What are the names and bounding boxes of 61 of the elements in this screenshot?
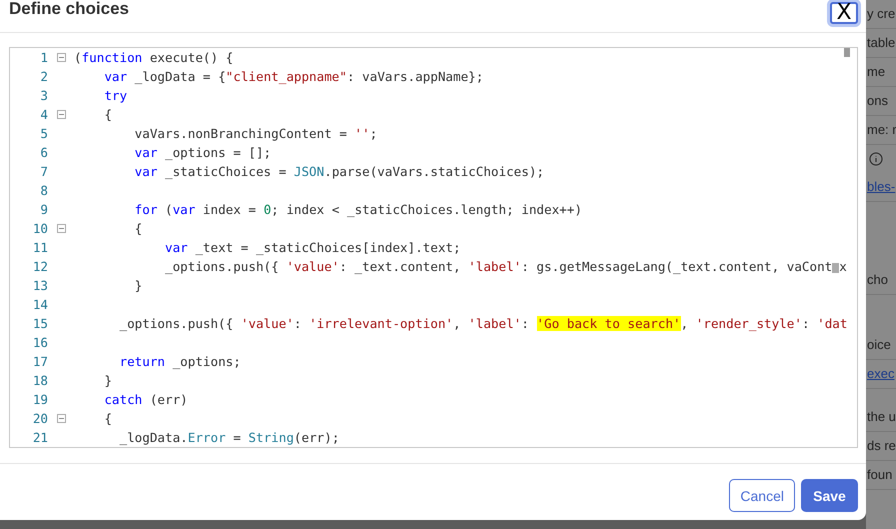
- page-text: y cre: [866, 0, 896, 29]
- line-number: 3: [39, 88, 48, 103]
- page-text: ons: [866, 87, 896, 116]
- code-line: var _staticChoices = JSON.parse(vaVars.staticChoices);: [134, 164, 544, 179]
- code-line: try: [103, 88, 128, 103]
- code-line: vaVars.nonBranchingContent = '';: [134, 126, 378, 141]
- page-link[interactable]: exec: [866, 360, 896, 389]
- line-number: 13: [32, 278, 48, 293]
- code-line: (function execute() {: [74, 50, 234, 65]
- fold-toggle-icon[interactable]: [56, 224, 66, 233]
- line-number: 5: [39, 126, 48, 141]
- line-number: 6: [39, 145, 48, 160]
- line-number: 10: [32, 221, 48, 236]
- line-number: 12: [32, 259, 48, 274]
- line-number: 2: [39, 69, 48, 84]
- page-text: me: [866, 58, 896, 87]
- line-number: 11: [32, 240, 48, 255]
- line-number: 1: [39, 50, 48, 65]
- line-number: 19: [32, 392, 48, 407]
- line-number: 7: [39, 164, 48, 179]
- line-number: 4: [39, 107, 48, 122]
- code-line: var _text = _staticChoices[index].text;: [164, 240, 461, 255]
- code-line: _options.push({ 'value': 'irrelevant-option', 'label': 'Go back to search', 'render_style': 'dat: [118, 316, 848, 331]
- page-text: foun: [866, 461, 896, 490]
- close-button[interactable]: X: [830, 2, 858, 24]
- code-line: _logData.Error = String(err);: [118, 430, 340, 445]
- page-text: the u: [866, 403, 896, 432]
- code-line: return _options;: [118, 354, 241, 369]
- cancel-button[interactable]: Cancel: [729, 479, 795, 512]
- dialog-title: Define choices: [9, 0, 129, 19]
- line-number: 18: [32, 373, 48, 388]
- page-text: ds re: [866, 432, 896, 461]
- code-line: }: [134, 278, 142, 293]
- fold-toggle-icon[interactable]: [56, 110, 66, 119]
- save-button[interactable]: Save: [801, 479, 858, 512]
- code-line: _options.push({ 'value': _text.content, 'label': gs.getMessageLang(_text.content, vaCont x: [164, 259, 847, 274]
- page-text: oice: [866, 331, 896, 360]
- line-number: 15: [32, 316, 48, 331]
- code-line: var _logData = {"client_appname": vaVars.appName};: [103, 69, 484, 84]
- page-text: table: [866, 29, 896, 58]
- fold-toggle-icon[interactable]: [56, 53, 66, 62]
- fold-toggle-icon[interactable]: [56, 414, 66, 423]
- code-line: {: [103, 411, 112, 426]
- page-link[interactable]: bles-: [866, 173, 896, 202]
- line-number: 8: [39, 183, 48, 198]
- line-number: 20: [32, 411, 48, 426]
- code-line: catch (err): [103, 392, 188, 407]
- line-number: 21: [32, 430, 48, 445]
- line-number: 14: [32, 297, 48, 312]
- line-number: 16: [32, 335, 48, 350]
- code-line: for (var index = 0; index < _staticChoices.length; index++): [134, 202, 582, 217]
- code-line: {: [134, 221, 142, 236]
- code-line: }: [103, 373, 112, 388]
- page-text: cho: [866, 266, 896, 295]
- info-icon: [869, 152, 883, 166]
- page-text: me: r: [866, 116, 896, 145]
- code-editor[interactable]: [9, 47, 858, 448]
- line-number: 17: [32, 354, 48, 369]
- code-line: var _options = [];: [134, 145, 272, 160]
- line-number: 9: [39, 202, 48, 217]
- code-line: {: [103, 107, 112, 122]
